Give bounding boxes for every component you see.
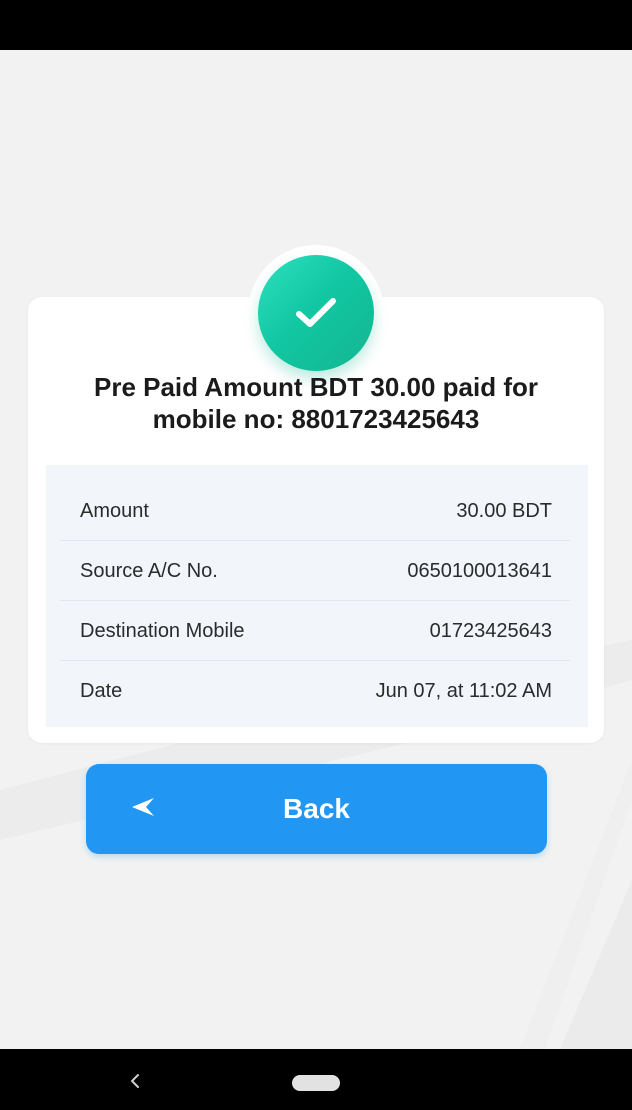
home-pill-icon[interactable]: [292, 1075, 340, 1091]
detail-label: Date: [80, 680, 123, 702]
check-icon: [296, 298, 336, 327]
detail-row-destination-mobile: Destination Mobile 01723425643: [46, 601, 588, 661]
detail-value: 01723425643: [429, 620, 552, 642]
success-badge: [258, 255, 374, 371]
back-button[interactable]: Back: [86, 764, 547, 854]
transaction-details: Amount 30.00 BDT Source A/C No. 06501000…: [46, 465, 588, 727]
detail-label: Source A/C No.: [80, 560, 218, 582]
detail-value: Jun 07, at 11:02 AM: [375, 680, 552, 702]
receipt-title: Pre Paid Amount BDT 30.00 paid for mobil…: [28, 371, 604, 435]
detail-row-source-account: Source A/C No. 0650100013641: [46, 541, 588, 601]
receipt-title-line-1: Pre Paid Amount BDT 30.00 paid for: [93, 372, 538, 402]
status-bar: [0, 0, 632, 50]
detail-row-amount: Amount 30.00 BDT: [46, 481, 588, 541]
receipt-title-line-2: mobile no: 8801723425643: [152, 404, 480, 434]
back-button-label: Back: [283, 793, 350, 824]
payment-success-screen: Pre Paid Amount BDT 30.00 paid for mobil…: [0, 0, 632, 1110]
detail-row-date: Date Jun 07, at 11:02 AM: [46, 661, 588, 721]
chevron-left-icon[interactable]: [125, 1071, 145, 1091]
detail-label: Destination Mobile: [80, 620, 245, 642]
detail-value: 0650100013641: [407, 560, 552, 582]
detail-value: 30.00 BDT: [456, 500, 552, 522]
detail-label: Amount: [80, 500, 149, 522]
